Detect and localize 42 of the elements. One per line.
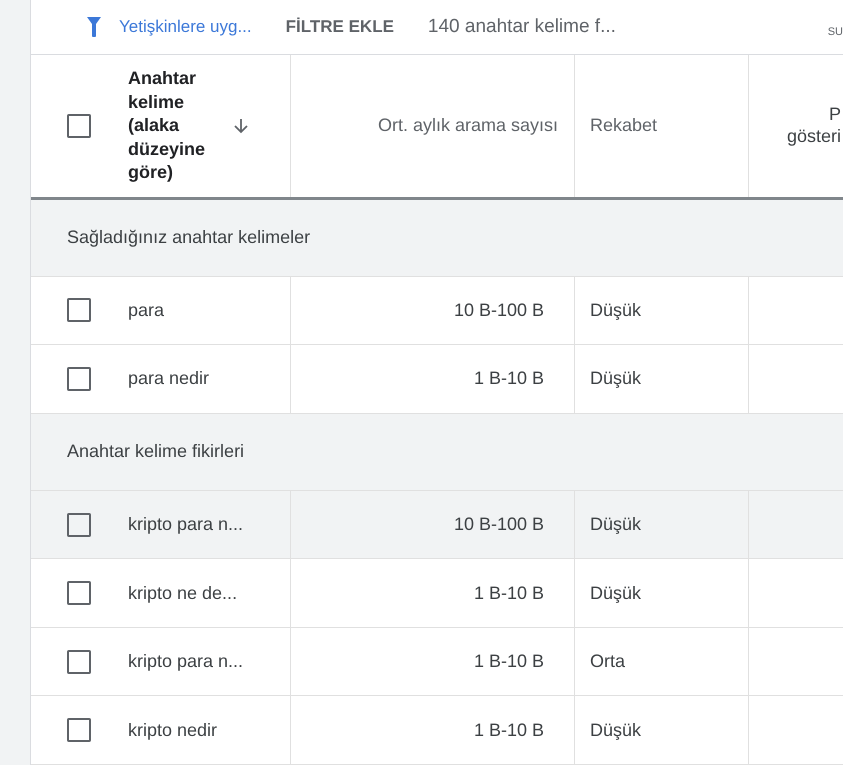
filter-icon[interactable] xyxy=(87,17,101,37)
keyword-count: 140 anahtar kelime f... xyxy=(428,16,616,38)
keyword-cell: kripto para n... xyxy=(128,514,244,536)
competition-cell: Düşük xyxy=(590,582,642,604)
table-row[interactable]: kripto para n... 1 B-10 B Orta xyxy=(31,628,843,696)
table-row[interactable]: kripto para n... 10 B-100 B Düşük xyxy=(31,490,843,560)
select-all-checkbox[interactable] xyxy=(67,114,91,138)
column-header[interactable]: Rekabet xyxy=(590,115,658,136)
table-row[interactable]: kripto nedir 1 B-10 B Düşük xyxy=(31,696,843,765)
competition-cell: Düşük xyxy=(590,368,642,390)
searches-cell: 1 B-10 B xyxy=(474,582,544,604)
column-header[interactable]: Anahtar kelime (alaka düzeyine göre) xyxy=(128,67,223,184)
searches-cell: 1 B-10 B xyxy=(474,651,544,672)
group-header: Sağladığınız anahtar kelimeler xyxy=(31,200,843,277)
group-header: Anahtar kelime fikirleri xyxy=(31,414,843,491)
keyword-cell: kripto para n... xyxy=(128,651,244,672)
row-checkbox[interactable] xyxy=(67,581,91,606)
searches-cell: 1 B-10 B xyxy=(474,368,544,390)
keyword-cell: para nedir xyxy=(128,368,210,390)
keyword-cell: kripto ne de... xyxy=(128,582,238,604)
competition-cell: Düşük xyxy=(590,720,642,741)
column-header[interactable]: P gösteri xyxy=(786,104,841,148)
competition-cell: Düşük xyxy=(590,514,642,536)
filter-link[interactable]: Yetişkinlere uyg... xyxy=(119,17,252,37)
row-checkbox[interactable] xyxy=(67,718,91,742)
searches-cell: 1 B-10 B xyxy=(474,720,544,741)
sort-arrow-icon[interactable] xyxy=(233,118,249,134)
row-checkbox[interactable] xyxy=(67,366,91,391)
table-row[interactable]: para 10 B-100 B Düşük xyxy=(31,276,843,346)
keyword-cell: kripto nedir xyxy=(128,720,218,741)
add-filter-button[interactable]: FİLTRE EKLE xyxy=(286,17,394,37)
keyword-cell: para xyxy=(128,300,164,321)
row-checkbox[interactable] xyxy=(67,298,91,322)
competition-cell: Orta xyxy=(590,651,626,672)
searches-cell: 10 B-100 B xyxy=(454,300,544,321)
row-checkbox[interactable] xyxy=(67,512,91,537)
row-checkbox[interactable] xyxy=(67,650,91,674)
searches-cell: 10 B-100 B xyxy=(454,514,544,536)
column-header[interactable]: Ort. aylık arama sayısı xyxy=(378,115,558,136)
column-label: SU xyxy=(828,26,843,38)
table-row[interactable]: kripto ne de... 1 B-10 B Düşük xyxy=(31,559,843,628)
competition-cell: Düşük xyxy=(590,300,642,321)
